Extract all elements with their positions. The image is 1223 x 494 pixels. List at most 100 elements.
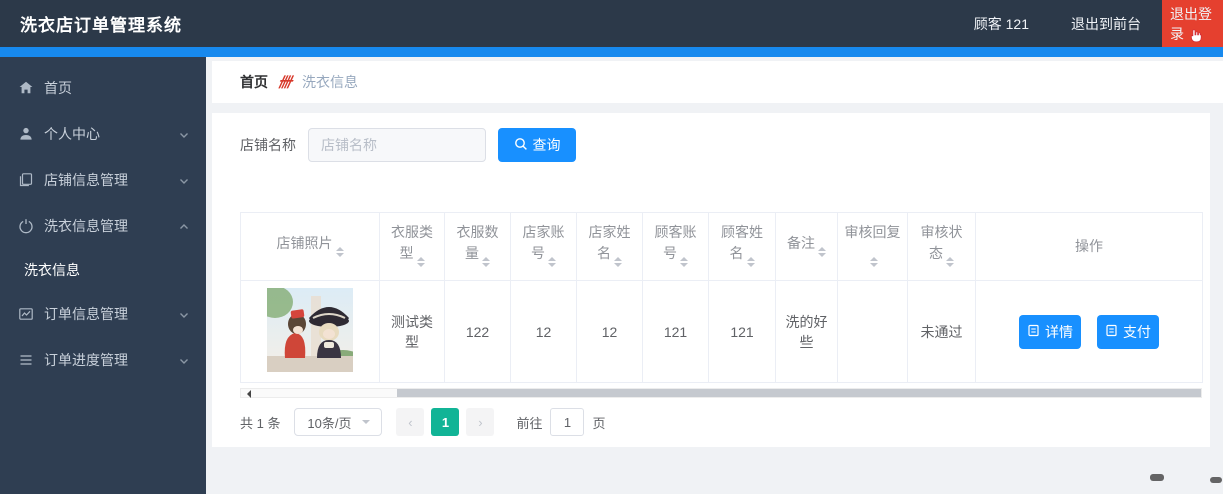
sort-icon[interactable] bbox=[335, 243, 344, 261]
search-row: 店铺名称 查询 bbox=[240, 128, 1210, 162]
table-header-row: 店铺照片 衣服类型 衣服数量 店家账号 店家姓名 顾客账号 顾客姓名 备注 审核… bbox=[240, 212, 1203, 281]
prev-page-button[interactable]: ‹ bbox=[396, 408, 425, 436]
chevron-down-icon bbox=[178, 354, 190, 370]
sidebar-item-label: 订单进度管理 bbox=[44, 352, 128, 368]
breadcrumb: 首页 卌 洗衣信息 bbox=[212, 61, 1223, 103]
sidebar-item-home[interactable]: 首页 bbox=[0, 65, 206, 111]
col-clothes-type[interactable]: 衣服类型 bbox=[379, 212, 445, 281]
shop-photo[interactable] bbox=[257, 286, 365, 378]
sort-icon[interactable] bbox=[548, 253, 556, 271]
horizontal-scrollbar[interactable] bbox=[240, 388, 1202, 398]
cell-audit-reply bbox=[837, 280, 908, 383]
sort-icon[interactable] bbox=[870, 253, 878, 271]
sort-icon[interactable] bbox=[946, 253, 954, 271]
cell-clothes-count: 122 bbox=[444, 280, 511, 383]
col-actions: 操作 bbox=[975, 212, 1203, 281]
search-label: 店铺名称 bbox=[240, 137, 296, 153]
col-customer-account[interactable]: 顾客账号 bbox=[642, 212, 709, 281]
sidebar-item-order-info[interactable]: 订单信息管理 bbox=[0, 291, 206, 337]
breadcrumb-separator-icon: 卌 bbox=[276, 74, 294, 90]
sidebar-item-profile[interactable]: 个人中心 bbox=[0, 111, 206, 157]
app-title: 洗衣店订单管理系统 bbox=[20, 16, 182, 35]
sort-icon[interactable] bbox=[680, 253, 688, 271]
sidebar-item-order-progress[interactable]: 订单进度管理 bbox=[0, 337, 206, 383]
shop-photo-cell bbox=[240, 280, 380, 383]
col-shop-account[interactable]: 店家账号 bbox=[510, 212, 577, 281]
goto-unit: 页 bbox=[592, 415, 606, 431]
shop-name-input[interactable] bbox=[308, 128, 486, 162]
sidebar-item-laundry-info[interactable]: 洗衣信息管理 bbox=[0, 203, 206, 249]
top-bar: 洗衣店订单管理系统 顾客 121 退出到前台 退出登录 bbox=[0, 0, 1223, 47]
col-audit-status[interactable]: 审核状态 bbox=[907, 212, 976, 281]
accent-strip bbox=[0, 47, 1223, 57]
main-content: 首页 卌 洗衣信息 店铺名称 查询 bbox=[206, 57, 1223, 494]
sidebar-subitem-laundry-info[interactable]: 洗衣信息 bbox=[0, 249, 206, 291]
cell-remark: 洗的好些 bbox=[775, 280, 838, 383]
chevron-down-icon bbox=[361, 420, 370, 428]
detail-button-label: 详情 bbox=[1045, 323, 1074, 340]
chevron-down-icon bbox=[178, 128, 190, 144]
detail-button[interactable]: 详情 bbox=[1019, 314, 1082, 349]
nav-customer[interactable]: 顾客 121 bbox=[953, 0, 1050, 47]
nav-exit-front[interactable]: 退出到前台 bbox=[1050, 0, 1162, 47]
breadcrumb-home[interactable]: 首页 bbox=[240, 72, 268, 92]
chevron-left-icon: ‹ bbox=[408, 414, 413, 430]
next-page-button[interactable]: › bbox=[466, 408, 495, 436]
goto-label: 前往 bbox=[516, 415, 543, 431]
scrollbar-thumb[interactable] bbox=[397, 389, 1201, 397]
operation-list-icon bbox=[18, 352, 34, 368]
col-remark[interactable]: 备注 bbox=[775, 212, 838, 281]
sidebar-subitem-label: 洗衣信息 bbox=[24, 262, 80, 278]
breadcrumb-current: 洗衣信息 bbox=[302, 74, 358, 90]
document-icon bbox=[1027, 324, 1040, 340]
current-page-button[interactable]: 1 bbox=[431, 408, 460, 436]
query-button[interactable]: 查询 bbox=[498, 128, 576, 162]
sort-icon[interactable] bbox=[746, 253, 755, 271]
copy-document-icon bbox=[18, 172, 34, 188]
sidebar-item-shop-info[interactable]: 店铺信息管理 bbox=[0, 157, 206, 203]
sort-icon[interactable] bbox=[614, 253, 622, 271]
pay-button[interactable]: 支付 bbox=[1096, 314, 1159, 349]
col-audit-reply[interactable]: 审核回复 bbox=[837, 212, 908, 281]
sidebar-item-label: 个人中心 bbox=[44, 126, 100, 142]
cell-audit-status: 未通过 bbox=[907, 280, 976, 383]
chevron-down-icon bbox=[178, 308, 190, 324]
sort-icon[interactable] bbox=[482, 253, 490, 271]
pagination-total: 共 1 条 bbox=[240, 415, 281, 431]
cell-customer-name: 121 bbox=[708, 280, 776, 383]
pay-button-label: 支付 bbox=[1122, 323, 1151, 340]
sort-icon[interactable] bbox=[416, 253, 425, 271]
sort-icon[interactable] bbox=[818, 243, 826, 261]
scrollbar-left-arrow-icon[interactable] bbox=[243, 390, 251, 398]
page-size-select[interactable]: 10条/页 bbox=[294, 408, 383, 436]
trend-chart-icon bbox=[18, 306, 34, 322]
laundry-table: 店铺照片 衣服类型 衣服数量 店家账号 店家姓名 顾客账号 顾客姓名 备注 审核… bbox=[240, 212, 1203, 383]
chevron-down-icon bbox=[178, 174, 190, 190]
sidebar-item-label: 店铺信息管理 bbox=[44, 172, 128, 188]
chevron-right-icon: › bbox=[478, 414, 483, 430]
col-customer-name[interactable]: 顾客姓名 bbox=[708, 212, 776, 281]
user-icon bbox=[18, 126, 34, 142]
screen-artifact-icon bbox=[1210, 477, 1222, 483]
sidebar-item-label: 订单信息管理 bbox=[44, 306, 128, 322]
col-clothes-count[interactable]: 衣服数量 bbox=[444, 212, 511, 281]
table-row: 测试类型 122 12 12 121 121 洗的好些 未通过 详情 支付 bbox=[240, 280, 1203, 383]
col-shop-photo[interactable]: 店铺照片 bbox=[240, 212, 380, 281]
query-button-label: 查询 bbox=[532, 137, 561, 153]
cell-shop-name: 12 bbox=[576, 280, 643, 383]
sidebar-item-label: 洗衣信息管理 bbox=[44, 218, 128, 234]
nav-logout-button[interactable]: 退出登录 bbox=[1162, 0, 1223, 47]
cell-shop-account: 12 bbox=[510, 280, 577, 383]
hand-cursor-icon bbox=[1188, 29, 1201, 46]
search-icon bbox=[514, 137, 528, 154]
col-shop-name[interactable]: 店家姓名 bbox=[576, 212, 643, 281]
sidebar: 首页 个人中心 店铺信息管理 洗衣信息管理 洗衣信息 订单信息管理 订单进度管理 bbox=[0, 57, 206, 494]
cell-customer-account: 121 bbox=[642, 280, 709, 383]
screen-artifact-icon bbox=[1150, 474, 1164, 481]
home-icon bbox=[18, 80, 34, 96]
cell-clothes-type: 测试类型 bbox=[379, 280, 445, 383]
goto-page-input[interactable] bbox=[550, 408, 585, 436]
chevron-up-icon bbox=[178, 220, 190, 236]
cell-actions: 详情 支付 bbox=[975, 280, 1203, 383]
document-icon bbox=[1105, 324, 1118, 340]
